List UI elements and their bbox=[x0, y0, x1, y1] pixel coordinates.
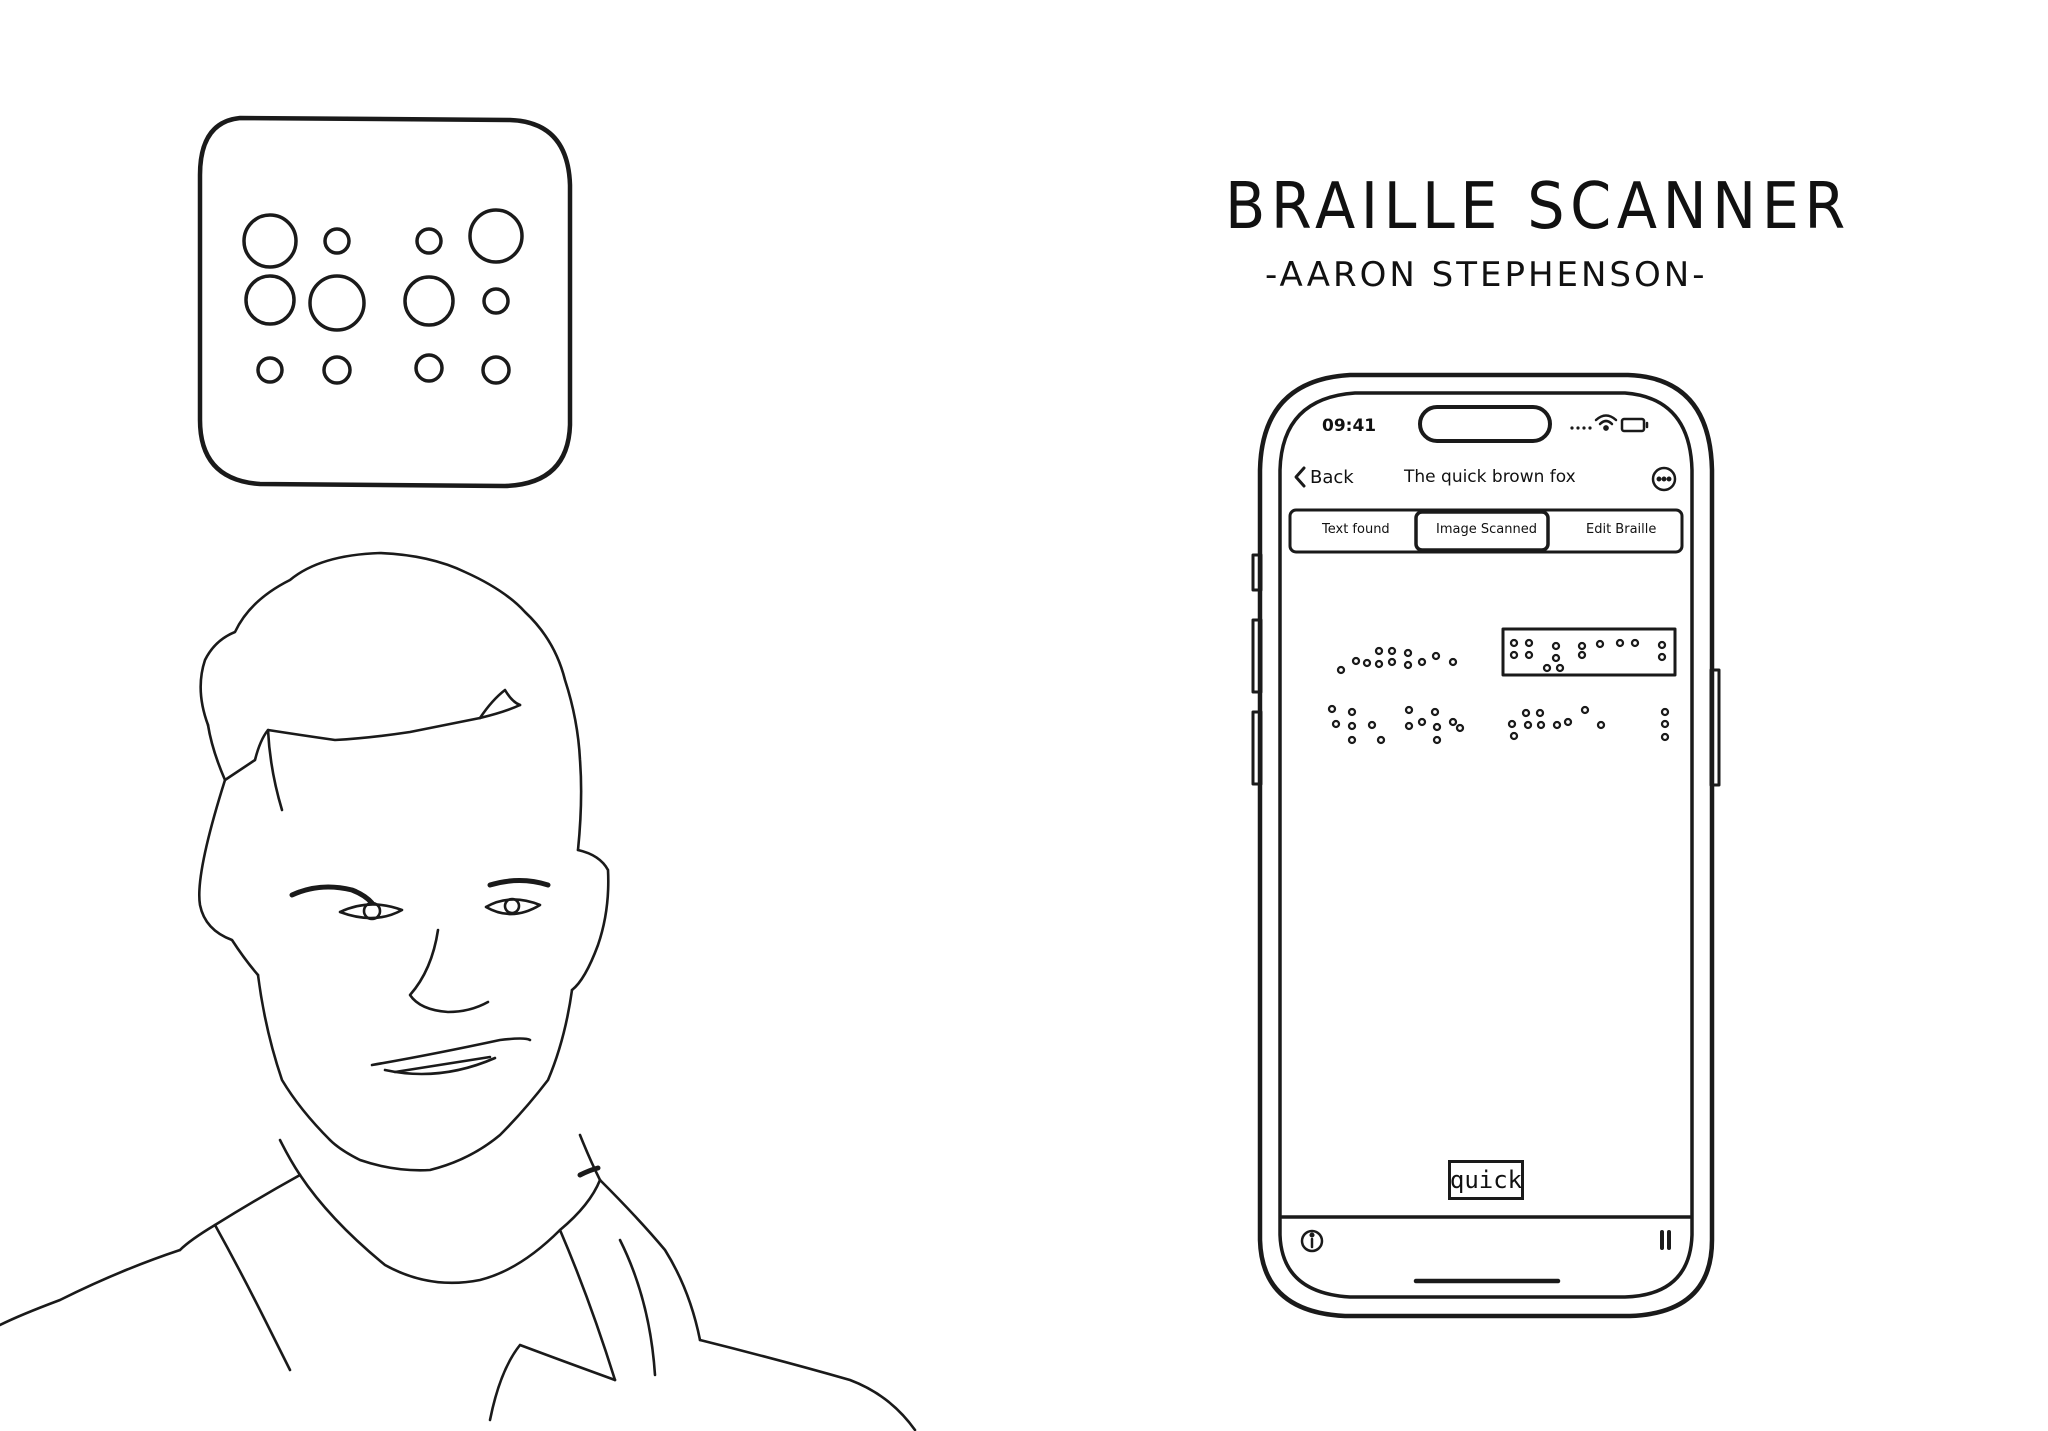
highlighted-word: quick bbox=[1448, 1160, 1524, 1200]
author-name: -AARON STEPHENSON- bbox=[1265, 255, 1708, 295]
braille-word-brown bbox=[1327, 704, 1465, 745]
braille-word-the bbox=[1336, 646, 1458, 675]
info-icon[interactable] bbox=[1300, 1229, 1324, 1253]
status-time: 09:41 bbox=[1322, 416, 1377, 436]
nav-title: The quick brown fox bbox=[1404, 467, 1576, 487]
tab-edit-braille[interactable]: Edit Braille bbox=[1586, 522, 1656, 537]
more-icon[interactable] bbox=[1651, 466, 1677, 492]
pause-icon[interactable] bbox=[1660, 1230, 1671, 1250]
dynamic-island bbox=[1418, 405, 1552, 443]
tab-image-scanned[interactable]: Image Scanned bbox=[1436, 522, 1537, 537]
braille-word-fox bbox=[1507, 705, 1670, 742]
back-button[interactable]: Back bbox=[1310, 467, 1354, 488]
wifi-icon bbox=[1594, 414, 1618, 431]
portrait-sketch bbox=[0, 551, 917, 1431]
tab-text-found[interactable]: Text found bbox=[1322, 522, 1390, 537]
signal-icon bbox=[1570, 426, 1592, 430]
app-title: BRAILLE SCANNER bbox=[1225, 170, 1851, 244]
braille-word-quick bbox=[1501, 627, 1677, 677]
scanned-braille-image bbox=[1327, 627, 1677, 745]
battery-icon bbox=[1620, 417, 1649, 433]
braille-dots-icon bbox=[197, 115, 573, 489]
chevron-left-icon[interactable] bbox=[1294, 466, 1306, 488]
